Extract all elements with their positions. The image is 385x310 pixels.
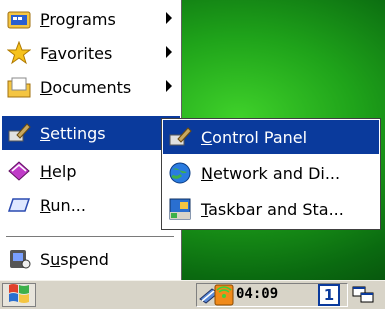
submenu-arrow-icon bbox=[166, 80, 172, 92]
taskbar-icon bbox=[167, 196, 193, 222]
control-panel-icon bbox=[167, 124, 193, 150]
settings-submenu: Control Panel Network and Di... Taskbar … bbox=[161, 118, 381, 230]
submenu-arrow-icon bbox=[166, 46, 172, 58]
network-globe-icon bbox=[167, 160, 193, 186]
menu-item-help[interactable]: Help bbox=[2, 154, 180, 188]
run-icon bbox=[6, 192, 32, 218]
programs-folder-icon bbox=[6, 6, 32, 32]
start-menu: Programs Favorites Documents Settings He… bbox=[0, 0, 182, 280]
taskbar: 04:09 1 bbox=[0, 280, 385, 309]
submenu-arrow-icon bbox=[166, 12, 172, 24]
desktop-switch-icon[interactable] bbox=[352, 285, 376, 309]
submenu-item-control-panel[interactable]: Control Panel bbox=[163, 120, 379, 154]
submenu-item-network[interactable]: Network and Di... bbox=[163, 156, 379, 190]
suspend-icon bbox=[6, 246, 32, 272]
menu-item-suspend[interactable]: Suspend bbox=[2, 242, 180, 276]
documents-folder-icon bbox=[6, 74, 32, 100]
settings-icon bbox=[6, 120, 32, 146]
menu-item-settings[interactable]: Settings bbox=[2, 116, 180, 150]
clock[interactable]: 04:09 bbox=[236, 286, 278, 302]
windows-logo-icon bbox=[8, 283, 30, 307]
help-book-icon bbox=[6, 158, 32, 184]
menu-item-run[interactable]: Run... bbox=[2, 188, 180, 222]
menu-separator bbox=[6, 236, 174, 237]
wireless-signal-icon[interactable] bbox=[214, 284, 234, 310]
menu-item-documents[interactable]: Documents bbox=[2, 70, 180, 104]
menu-item-programs[interactable]: Programs bbox=[2, 2, 180, 36]
input-mode-indicator[interactable]: 1 bbox=[318, 284, 340, 306]
submenu-item-taskbar[interactable]: Taskbar and Sta... bbox=[163, 192, 379, 226]
menu-item-favorites[interactable]: Favorites bbox=[2, 36, 180, 70]
favorites-star-icon bbox=[6, 40, 32, 66]
start-button[interactable] bbox=[2, 283, 36, 307]
